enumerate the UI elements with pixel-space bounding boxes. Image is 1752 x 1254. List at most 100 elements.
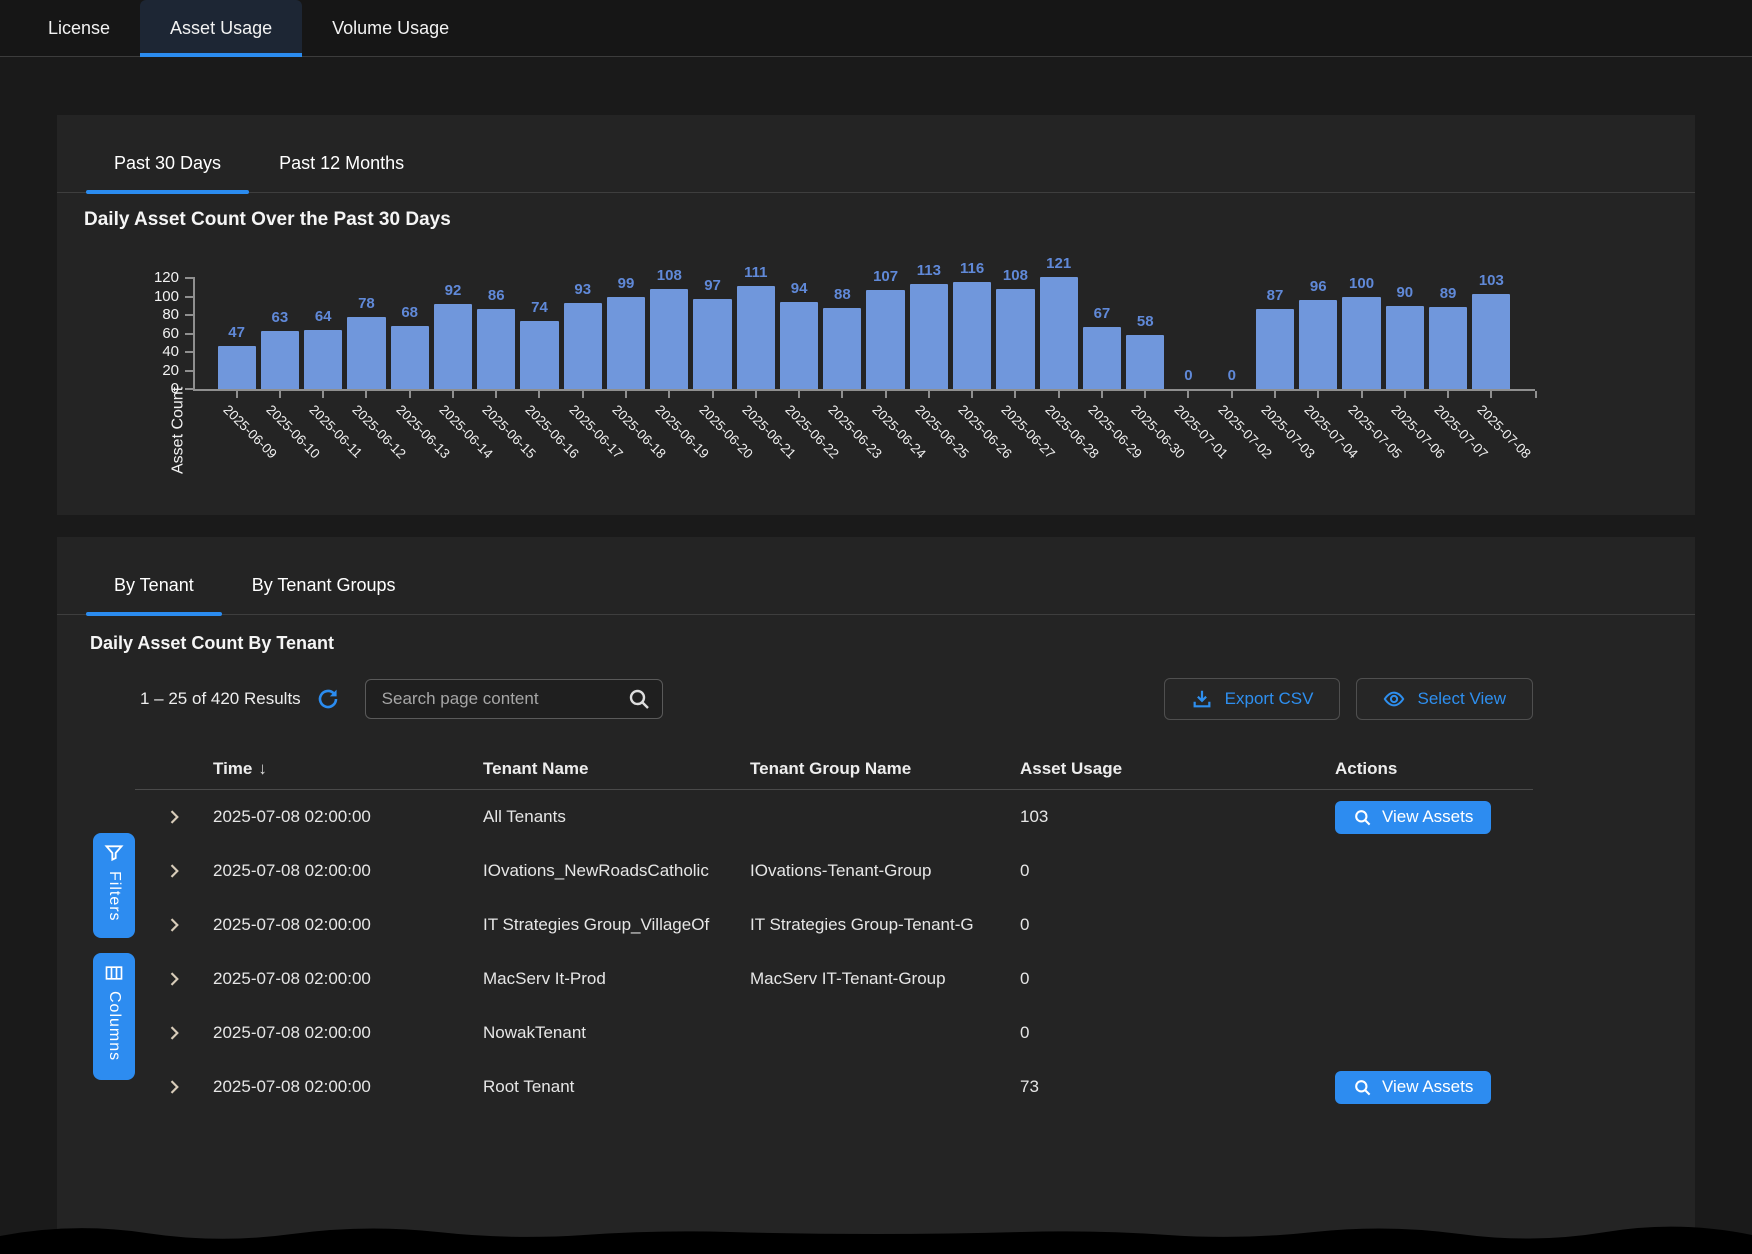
row-tenant: IOvations_NewRoadsCatholic bbox=[483, 861, 750, 881]
chart-bar bbox=[607, 297, 645, 389]
row-expand-chevron-icon[interactable] bbox=[164, 1077, 184, 1097]
chart-bar bbox=[953, 282, 991, 389]
tab-license[interactable]: License bbox=[18, 0, 140, 56]
y-tick-mark bbox=[185, 333, 193, 335]
select-view-button[interactable]: Select View bbox=[1356, 678, 1533, 720]
column-header-tenant-name[interactable]: Tenant Name bbox=[483, 759, 750, 779]
y-tick-mark bbox=[185, 277, 193, 279]
table-controls: 1 – 25 of 420 Results Export CSV Select bbox=[140, 678, 1533, 720]
chart-bar-slot: 58 2025-06-30 bbox=[1124, 277, 1167, 389]
chart-bar-slot: 111 2025-06-21 bbox=[734, 277, 777, 389]
refresh-icon bbox=[316, 687, 340, 711]
bar-value-label: 47 bbox=[228, 324, 245, 341]
bars-container: 47 2025-06-09 63 2025-06-10 64 2025-06-1… bbox=[195, 277, 1535, 389]
asset-usage-chart-panel: Past 30 Days Past 12 Months Daily Asset … bbox=[57, 115, 1695, 515]
bar-value-label: 111 bbox=[744, 264, 767, 281]
y-axis-title: Asset Count bbox=[170, 387, 188, 474]
row-tenant: IT Strategies Group_VillageOf bbox=[483, 915, 750, 935]
x-axis-end-tick bbox=[1535, 391, 1537, 398]
y-tick-label: 120 bbox=[154, 269, 179, 287]
x-axis-tick bbox=[582, 391, 584, 398]
row-expand-chevron-icon[interactable] bbox=[164, 807, 184, 827]
x-axis-tick bbox=[1014, 391, 1016, 398]
chart-bar-slot: 64 2025-06-11 bbox=[302, 277, 345, 389]
filter-funnel-icon bbox=[104, 843, 124, 863]
chart-bar-slot: 108 2025-06-27 bbox=[994, 277, 1037, 389]
chart-bar-slot: 94 2025-06-22 bbox=[777, 277, 820, 389]
row-expand-chevron-icon[interactable] bbox=[164, 1023, 184, 1043]
row-tenant: NowakTenant bbox=[483, 1023, 750, 1043]
bar-value-label: 99 bbox=[618, 275, 635, 292]
bar-value-label: 63 bbox=[272, 309, 289, 326]
row-time: 2025-07-08 02:00:00 bbox=[213, 1023, 483, 1043]
row-group: IT Strategies Group-Tenant-G bbox=[750, 915, 1020, 935]
bar-value-label: 96 bbox=[1310, 278, 1327, 295]
row-tenant: All Tenants bbox=[483, 807, 750, 827]
row-group: IOvations-Tenant-Group bbox=[750, 861, 1020, 881]
x-axis-tick bbox=[625, 391, 627, 398]
select-view-label: Select View bbox=[1417, 689, 1506, 709]
column-header-asset-usage[interactable]: Asset Usage bbox=[1020, 759, 1335, 779]
x-axis-tick bbox=[1101, 391, 1103, 398]
table-row: 2025-07-08 02:00:00 MacServ It-Prod MacS… bbox=[135, 952, 1533, 1006]
columns-icon bbox=[104, 963, 124, 983]
export-csv-label: Export CSV bbox=[1225, 689, 1314, 709]
row-expand-chevron-icon[interactable] bbox=[164, 861, 184, 881]
export-csv-button[interactable]: Export CSV bbox=[1164, 678, 1341, 720]
bar-value-label: 107 bbox=[873, 268, 898, 285]
bar-value-label: 68 bbox=[401, 304, 418, 321]
top-tab-bar: License Asset Usage Volume Usage bbox=[0, 0, 1752, 57]
column-header-tenant-group-name[interactable]: Tenant Group Name bbox=[750, 759, 1020, 779]
bar-value-label: 89 bbox=[1440, 285, 1457, 302]
tab-asset-usage[interactable]: Asset Usage bbox=[140, 0, 302, 56]
filters-button[interactable]: Filters bbox=[93, 833, 135, 938]
refresh-button[interactable] bbox=[315, 686, 341, 712]
x-axis-tick bbox=[1404, 391, 1406, 398]
tab-past-30-days[interactable]: Past 30 Days bbox=[100, 145, 235, 192]
search-input[interactable] bbox=[365, 679, 663, 719]
plot-area: 47 2025-06-09 63 2025-06-10 64 2025-06-1… bbox=[193, 277, 1535, 391]
chart-bar-slot: 68 2025-06-13 bbox=[388, 277, 431, 389]
row-expand-chevron-icon[interactable] bbox=[164, 915, 184, 935]
chart-bar-slot: 108 2025-06-19 bbox=[648, 277, 691, 389]
chart-bar bbox=[1429, 307, 1467, 389]
tab-volume-usage[interactable]: Volume Usage bbox=[302, 0, 479, 56]
x-axis-tick bbox=[841, 391, 843, 398]
bar-value-label: 108 bbox=[657, 267, 682, 284]
view-assets-button[interactable]: View Assets bbox=[1335, 801, 1491, 834]
x-axis-tick bbox=[1447, 391, 1449, 398]
tab-by-tenant-groups[interactable]: By Tenant Groups bbox=[238, 567, 410, 614]
chart-bar-slot: 78 2025-06-12 bbox=[345, 277, 388, 389]
chart-bar bbox=[823, 308, 861, 389]
row-usage: 0 bbox=[1020, 861, 1335, 881]
view-assets-button[interactable]: View Assets bbox=[1335, 1071, 1491, 1104]
eye-icon bbox=[1383, 688, 1405, 710]
bar-value-label: 88 bbox=[834, 286, 851, 303]
x-axis-tick bbox=[409, 391, 411, 398]
column-header-time[interactable]: Time↓ bbox=[213, 759, 483, 779]
view-assets-label: View Assets bbox=[1382, 807, 1473, 827]
chart-bar-slot: 107 2025-06-24 bbox=[864, 277, 907, 389]
x-axis-tick bbox=[885, 391, 887, 398]
bar-value-label: 90 bbox=[1396, 284, 1413, 301]
y-tick-mark bbox=[185, 296, 193, 298]
row-expand-chevron-icon[interactable] bbox=[164, 969, 184, 989]
chart-bar bbox=[1299, 300, 1337, 389]
bar-value-label: 113 bbox=[917, 262, 941, 279]
columns-button[interactable]: Columns bbox=[93, 953, 135, 1080]
table-side-rail: Filters Columns bbox=[93, 833, 135, 1080]
search-icon bbox=[1353, 1078, 1372, 1097]
bar-value-label: 94 bbox=[791, 280, 808, 297]
chart-bar bbox=[261, 331, 299, 389]
row-tenant: Root Tenant bbox=[483, 1077, 750, 1097]
chart-bar bbox=[218, 346, 256, 389]
bar-value-label: 103 bbox=[1479, 272, 1504, 289]
bar-value-label: 121 bbox=[1046, 255, 1071, 272]
chart-bar bbox=[1256, 309, 1294, 389]
chart-bar-slot: 90 2025-07-06 bbox=[1383, 277, 1426, 389]
y-tick-label: 20 bbox=[162, 362, 179, 380]
tab-past-12-months[interactable]: Past 12 Months bbox=[265, 145, 418, 192]
chart-bar-slot: 63 2025-06-10 bbox=[258, 277, 301, 389]
x-axis-tick bbox=[1058, 391, 1060, 398]
tab-by-tenant[interactable]: By Tenant bbox=[100, 567, 208, 614]
